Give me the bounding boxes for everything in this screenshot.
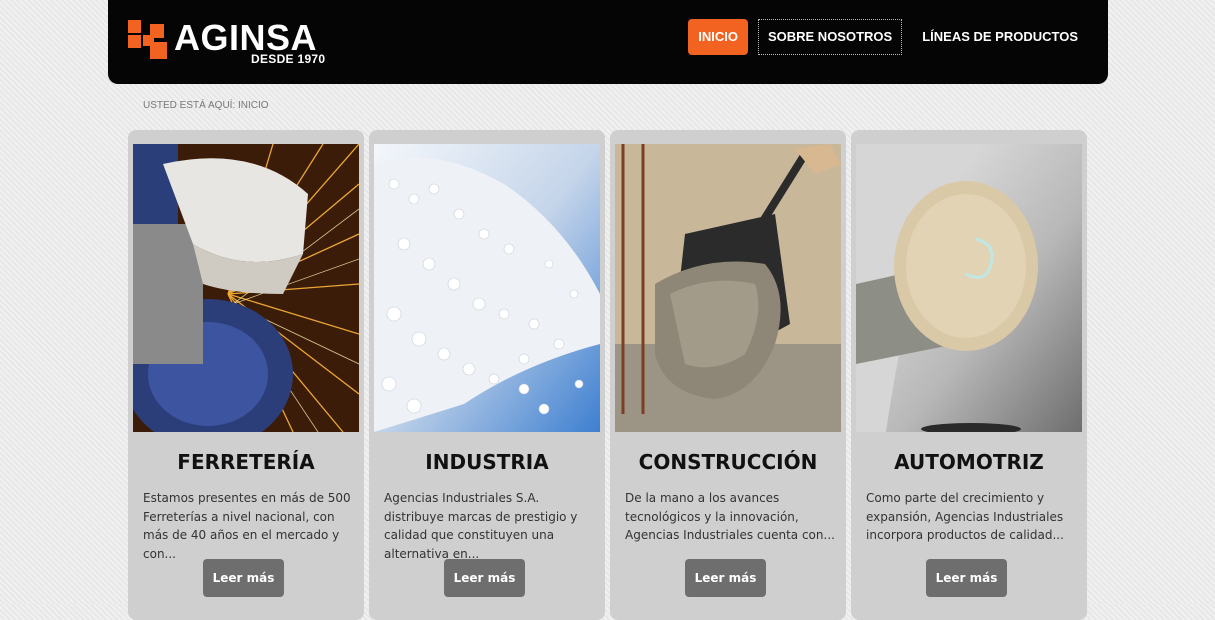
card-title: CONSTRUCCIÓN bbox=[638, 450, 818, 474]
nav-lineas-de-productos[interactable]: LÍNEAS DE PRODUCTOS bbox=[912, 19, 1088, 55]
card-ferreteria: FERRETERÍA Estamos presentes en más de 5… bbox=[128, 130, 364, 620]
card-text: Estamos presentes en más de 500 Ferreter… bbox=[143, 491, 351, 561]
logo-mark-icon bbox=[128, 20, 168, 60]
shovel-with-cement-image bbox=[615, 144, 841, 432]
white-plastic-pellets-image bbox=[374, 144, 600, 432]
leer-mas-button[interactable]: Leer más bbox=[926, 559, 1007, 597]
leer-mas-button[interactable]: Leer más bbox=[203, 559, 284, 597]
card-text: Como parte del crecimiento y expansión, … bbox=[866, 491, 1064, 542]
card-text: Agencias Industriales S.A. distribuye ma… bbox=[384, 491, 578, 561]
card-title: INDUSTRIA bbox=[425, 450, 549, 474]
nav-sobre-nosotros[interactable]: SOBRE NOSOTROS bbox=[757, 19, 903, 55]
card-text: De la mano a los avances tecnológicos y … bbox=[625, 491, 835, 542]
angle-grinder-sparks-image bbox=[133, 144, 359, 432]
card-title: AUTOMOTRIZ bbox=[894, 450, 1044, 474]
main-nav: INICIO SOBRE NOSOTROS LÍNEAS DE PRODUCTO… bbox=[688, 19, 1088, 55]
card-image[interactable] bbox=[856, 144, 1082, 432]
logo-subtext: DESDE 1970 bbox=[251, 52, 326, 66]
logo[interactable]: AGINSA DESDE 1970 bbox=[128, 17, 348, 68]
car-polishing-pad-image bbox=[856, 144, 1082, 432]
card-image[interactable] bbox=[374, 144, 600, 432]
card-image[interactable] bbox=[615, 144, 841, 432]
card-title: FERRETERÍA bbox=[177, 450, 315, 474]
card-image[interactable] bbox=[133, 144, 359, 432]
card-construccion: CONSTRUCCIÓN De la mano a los avances te… bbox=[610, 130, 846, 620]
card-automotriz: AUTOMOTRIZ Como parte del crecimiento y … bbox=[851, 130, 1087, 620]
breadcrumb: USTED ESTÁ AQUÍ: INICIO bbox=[143, 100, 269, 111]
leer-mas-button[interactable]: Leer más bbox=[444, 559, 525, 597]
card-industria: INDUSTRIA Agencias Industriales S.A. dis… bbox=[369, 130, 605, 620]
nav-inicio[interactable]: INICIO bbox=[688, 19, 748, 55]
site-header: AGINSA DESDE 1970 INICIO SOBRE NOSOTROS … bbox=[108, 0, 1108, 84]
leer-mas-button[interactable]: Leer más bbox=[685, 559, 766, 597]
